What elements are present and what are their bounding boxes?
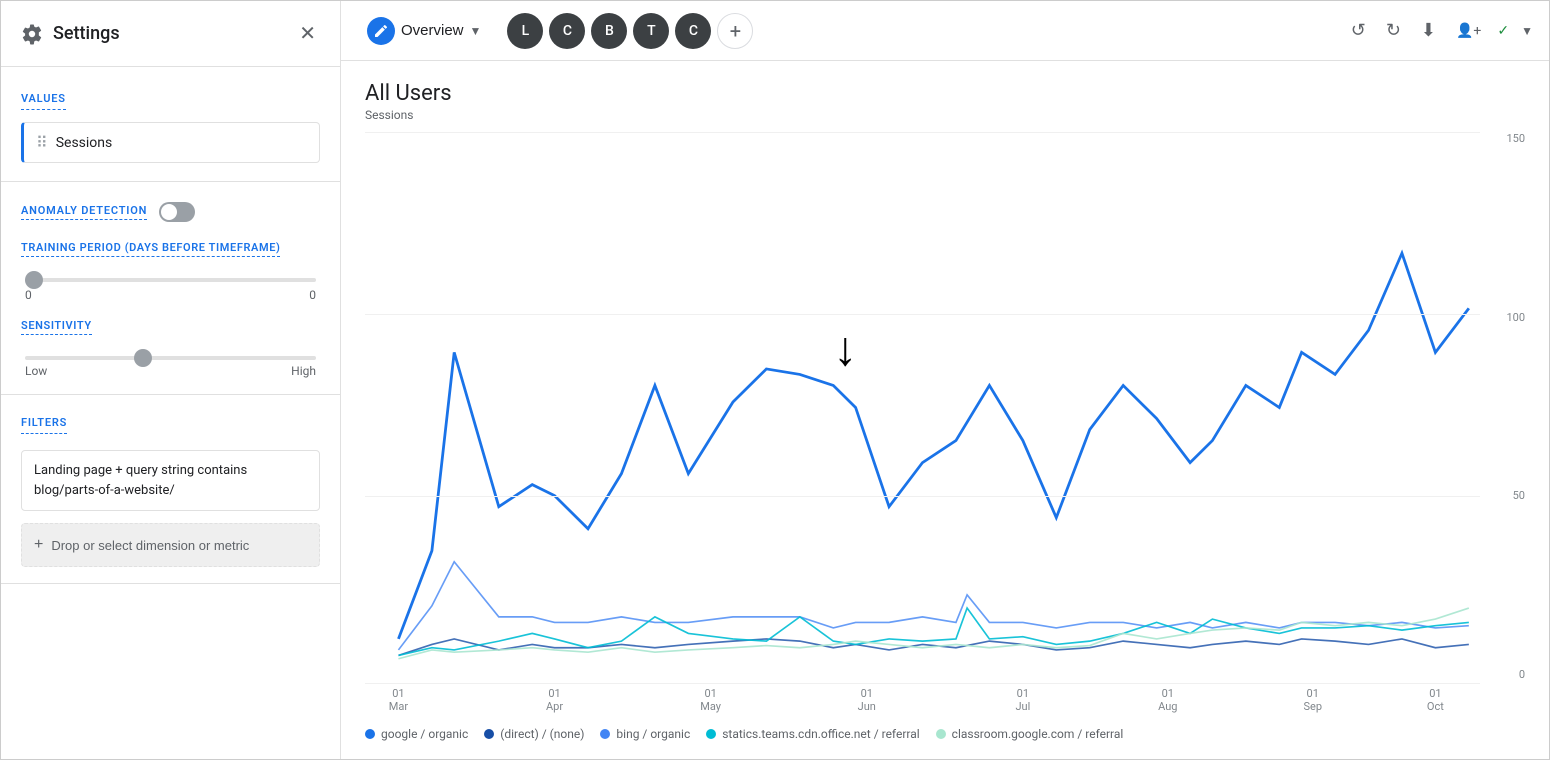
sensitivity-slider-container: Low High bbox=[21, 345, 320, 378]
sensitivity-slider[interactable] bbox=[25, 356, 316, 360]
legend-dot-bing bbox=[600, 729, 610, 739]
chart-legend: google / organic (direct) / (none) bing … bbox=[365, 727, 1525, 749]
legend-google: google / organic bbox=[365, 727, 468, 741]
download-icon[interactable]: ⬇ bbox=[1417, 16, 1440, 45]
anomaly-detection-label: ANOMALY DETECTION bbox=[21, 204, 147, 220]
top-bar-left: Overview ▼ L C B T C + bbox=[357, 11, 753, 51]
panel-title: Settings bbox=[21, 23, 120, 45]
chart-x-axis: 01Mar 01Apr 01May 01Jun 01Jul 01Aug 01Se… bbox=[365, 683, 1480, 723]
chart-y-axis: 150 100 50 0 bbox=[1485, 132, 1525, 683]
y-50: 50 bbox=[1513, 489, 1525, 502]
x-label-jul: 01Jul bbox=[1015, 687, 1030, 713]
training-period-slider[interactable] bbox=[25, 278, 316, 282]
training-period-values: 0 0 bbox=[25, 288, 316, 302]
legend-bing: bing / organic bbox=[600, 727, 690, 741]
training-period-section: TRAINING PERIOD (DAYS BEFORE TIMEFRAME) … bbox=[21, 236, 320, 302]
add-dimension-label: Drop or select dimension or metric bbox=[51, 538, 249, 553]
add-tab-button[interactable]: + bbox=[717, 13, 753, 49]
tab-C2[interactable]: C bbox=[675, 13, 711, 49]
y-100: 100 bbox=[1506, 311, 1525, 324]
values-section: VALUES ⠿ Sessions bbox=[1, 67, 340, 182]
main-line bbox=[398, 253, 1468, 639]
anomaly-detection-toggle[interactable] bbox=[159, 202, 195, 222]
tab-C[interactable]: C bbox=[549, 13, 585, 49]
sensitivity-section: SENSITIVITY Low High bbox=[21, 314, 320, 378]
x-label-may: 01May bbox=[700, 687, 721, 713]
training-period-label: TRAINING PERIOD (DAYS BEFORE TIMEFRAME) bbox=[21, 241, 280, 257]
pencil-icon bbox=[373, 23, 389, 39]
training-min-val: 0 bbox=[25, 288, 32, 302]
legend-direct: (direct) / (none) bbox=[484, 727, 584, 741]
sessions-label: Sessions bbox=[56, 135, 113, 151]
tab-T[interactable]: T bbox=[633, 13, 669, 49]
right-panel: Overview ▼ L C B T C + ↺ ↻ ⬇ 👤+ ✓ ▼ All … bbox=[341, 1, 1549, 759]
grid-line-100 bbox=[365, 314, 1480, 315]
overview-icon bbox=[367, 17, 395, 45]
panel-header: Settings ✕ bbox=[1, 1, 340, 67]
overview-button[interactable]: Overview ▼ bbox=[357, 11, 491, 51]
grid-line-50 bbox=[365, 496, 1480, 497]
dropdown-arrow: ▼ bbox=[470, 24, 482, 38]
x-label-mar: 01Mar bbox=[389, 687, 408, 713]
values-label: VALUES bbox=[21, 92, 66, 110]
overview-label: Overview bbox=[401, 22, 464, 39]
grid-line-150 bbox=[365, 132, 1480, 133]
redo-icon[interactable]: ↻ bbox=[1382, 16, 1405, 45]
chart-wrapper: 150 100 50 0 ↓ bbox=[365, 132, 1525, 723]
tab-circles: L C B T C + bbox=[507, 13, 753, 49]
chart-area: All Users Sessions 150 100 50 0 ↓ bbox=[341, 61, 1549, 759]
legend-label-bing: bing / organic bbox=[616, 727, 690, 741]
y-150: 150 bbox=[1506, 132, 1525, 145]
settings-panel: Settings ✕ VALUES ⠿ Sessions ANOMALY DET… bbox=[1, 1, 341, 759]
legend-label-statics: statics.teams.cdn.office.net / referral bbox=[722, 727, 919, 741]
legend-label-classroom: classroom.google.com / referral bbox=[952, 727, 1124, 741]
top-bar-right: ↺ ↻ ⬇ 👤+ ✓ ▼ bbox=[1347, 16, 1533, 45]
filters-section: FILTERS Landing page + query string cont… bbox=[1, 395, 340, 584]
legend-statics: statics.teams.cdn.office.net / referral bbox=[706, 727, 919, 741]
sensitivity-low: Low bbox=[25, 364, 47, 378]
legend-dot-google bbox=[365, 729, 375, 739]
x-label-sep: 01Sep bbox=[1303, 687, 1322, 713]
add-dimension-button[interactable]: + Drop or select dimension or metric bbox=[21, 523, 320, 567]
sessions-value-item[interactable]: ⠿ Sessions bbox=[21, 122, 320, 163]
classroom-line bbox=[398, 608, 1468, 659]
chart-svg bbox=[365, 132, 1480, 683]
chart-subtitle: Sessions bbox=[365, 108, 1525, 122]
top-bar: Overview ▼ L C B T C + ↺ ↻ ⬇ 👤+ ✓ ▼ bbox=[341, 1, 1549, 61]
x-label-aug: 01Aug bbox=[1158, 687, 1177, 713]
undo-icon[interactable]: ↺ bbox=[1347, 16, 1370, 45]
legend-dot-statics bbox=[706, 729, 716, 739]
legend-label-google: google / organic bbox=[381, 727, 468, 741]
status-dropdown[interactable]: ▼ bbox=[1521, 24, 1533, 38]
legend-label-direct: (direct) / (none) bbox=[500, 727, 584, 741]
gear-icon bbox=[21, 23, 43, 45]
x-label-jun: 01Jun bbox=[858, 687, 876, 713]
filters-label: FILTERS bbox=[21, 416, 67, 434]
chart-canvas: ↓ bbox=[365, 132, 1480, 683]
bing-line bbox=[398, 562, 1468, 650]
sensitivity-high: High bbox=[291, 364, 316, 378]
anomaly-toggle-row: ANOMALY DETECTION bbox=[21, 202, 320, 222]
chart-title: All Users bbox=[365, 81, 1525, 106]
legend-dot-classroom bbox=[936, 729, 946, 739]
x-label-apr: 01Apr bbox=[546, 687, 563, 713]
plus-icon: + bbox=[34, 536, 43, 554]
legend-dot-direct bbox=[484, 729, 494, 739]
share-button[interactable]: 👤+ bbox=[1452, 19, 1485, 43]
y-0: 0 bbox=[1519, 668, 1525, 681]
anomaly-detection-section: ANOMALY DETECTION TRAINING PERIOD (DAYS … bbox=[1, 182, 340, 395]
status-badge[interactable]: ✓ bbox=[1497, 23, 1509, 39]
close-button[interactable]: ✕ bbox=[295, 17, 320, 50]
legend-classroom: classroom.google.com / referral bbox=[936, 727, 1124, 741]
filter-text[interactable]: Landing page + query string contains blo… bbox=[21, 450, 320, 511]
tab-L[interactable]: L bbox=[507, 13, 543, 49]
training-max-val: 0 bbox=[309, 288, 316, 302]
drag-icon: ⠿ bbox=[36, 133, 48, 152]
sensitivity-label: SENSITIVITY bbox=[21, 319, 92, 335]
tab-B[interactable]: B bbox=[591, 13, 627, 49]
x-label-oct: 01Oct bbox=[1427, 687, 1444, 713]
down-arrow: ↓ bbox=[833, 325, 857, 373]
training-period-slider-container: 0 0 bbox=[21, 267, 320, 302]
